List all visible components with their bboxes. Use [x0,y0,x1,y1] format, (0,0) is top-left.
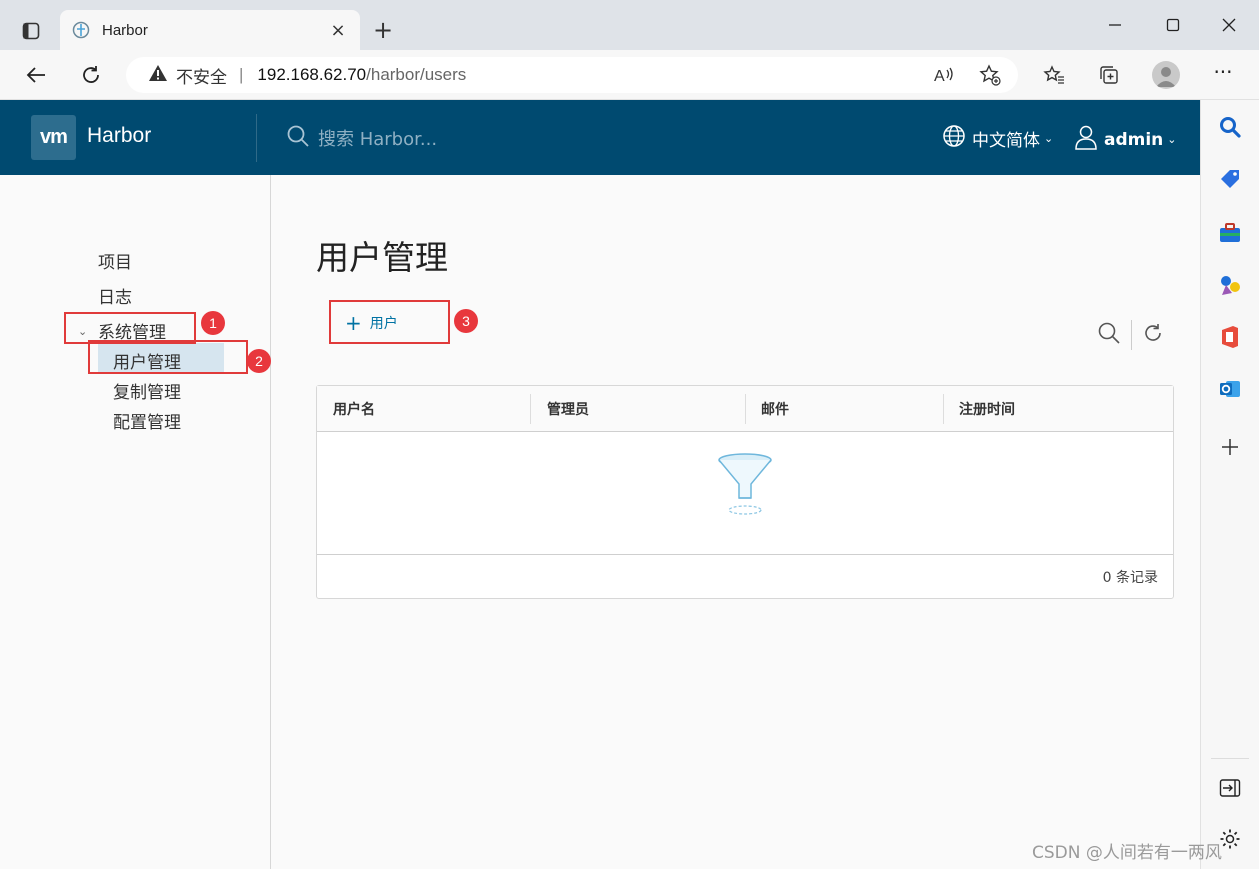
watermark-text: CSDN @人间若有一两风 [1032,843,1222,863]
back-icon[interactable] [20,59,52,91]
vmware-logo[interactable]: vm [31,115,76,160]
sidebar-item-logs[interactable]: 日志 [98,283,132,308]
datagrid-body-empty [317,432,1173,554]
annotation-box-2 [88,340,248,374]
refresh-icon[interactable] [75,59,107,91]
search-icon[interactable] [1097,321,1121,349]
favorites-icon[interactable] [1040,61,1068,89]
column-header-email[interactable]: 邮件 [745,386,789,432]
new-tab-button[interactable]: + [368,16,398,46]
language-label: 中文简体 [972,131,1040,151]
toolbar-divider [1131,320,1132,350]
header-divider [256,114,257,162]
chevron-down-icon: ⌄ [1044,132,1054,145]
close-window-icon[interactable] [1204,10,1254,40]
minimize-icon[interactable] [1090,10,1140,40]
panel-divider [1211,758,1249,759]
browser-tab-strip: Harbor × + [0,0,1259,50]
shopping-tag-icon[interactable] [1217,166,1243,192]
hide-sidebar-icon[interactable] [1217,775,1243,801]
user-icon [1074,124,1098,155]
users-datagrid: 用户名 管理员 邮件 注册时间 0 条记录 [316,385,1174,599]
search-icon[interactable] [1217,114,1243,140]
games-icon[interactable] [1217,272,1243,298]
more-menu-button[interactable]: ··· [1208,61,1238,89]
global-search[interactable]: 搜索 Harbor... [286,124,437,152]
maximize-icon[interactable] [1148,10,1198,40]
read-aloud-icon[interactable]: A [932,63,956,87]
refresh-icon[interactable] [1142,322,1164,348]
search-icon [286,124,310,152]
grid-toolbar [1097,320,1164,350]
user-menu[interactable]: admin ⌄ [1074,124,1177,155]
sidebar-item-projects[interactable]: 项目 [98,248,132,273]
column-header-registration-time[interactable]: 注册时间 [943,386,1015,432]
tab-close-icon[interactable]: × [328,20,348,41]
chevron-down-icon: ⌄ [1167,133,1177,146]
record-count: 0 条记录 [1102,569,1158,586]
address-toolbar: 不安全 | 192.168.62.70 /harbor/users A ··· [0,50,1259,100]
search-placeholder[interactable]: 搜索 Harbor... [318,125,437,151]
edge-side-panel [1200,100,1259,869]
browser-tab[interactable]: Harbor × [60,10,360,50]
url-path: /harbor/users [366,65,467,84]
globe-icon [942,124,966,153]
column-header-username[interactable]: 用户名 [317,386,375,432]
svg-text:A: A [934,68,945,85]
sidebar-item-configuration[interactable]: 配置管理 [113,408,181,433]
column-header-admin[interactable]: 管理员 [531,386,589,432]
add-favorite-icon[interactable] [978,63,1002,87]
add-panel-icon[interactable] [1217,434,1243,460]
empty-filter-icon [715,452,775,522]
tab-title: Harbor [102,21,148,39]
office-icon[interactable] [1217,324,1243,350]
page-title: 用户管理 [316,238,448,277]
sidebar-item-replication[interactable]: 复制管理 [113,378,181,403]
datagrid-footer: 0 条记录 [317,554,1173,598]
annotation-badge-1: 1 [201,311,225,335]
url-separator: | [239,65,244,84]
tools-icon[interactable] [1217,220,1243,246]
tab-actions-icon[interactable] [16,16,46,46]
url-host: 192.168.62.70 [257,65,367,84]
annotation-box-3 [329,300,450,344]
outlook-icon[interactable] [1217,376,1243,402]
harbor-header: vm Harbor 搜索 Harbor... 中文简体 ⌄ admin ⌄ [0,100,1200,175]
harbor-favicon-icon [72,21,90,39]
username-label: admin [1104,129,1164,150]
security-label[interactable]: 不安全 [176,63,227,88]
brand-title[interactable]: Harbor [87,124,151,148]
sidebar: 项目 日志 ⌄ 系统管理 用户管理 复制管理 配置管理 [0,175,271,869]
warning-icon[interactable] [148,64,168,87]
language-selector[interactable]: 中文简体 ⌄ [942,124,1053,153]
annotation-badge-3: 3 [454,309,478,333]
url-bar[interactable]: 不安全 | 192.168.62.70 /harbor/users A [126,57,1018,93]
collections-icon[interactable] [1095,61,1123,89]
main-content: 用户管理 + 用户 用户名 管理员 邮件 注册时间 0 条记录 [271,175,1200,869]
datagrid-header: 用户名 管理员 邮件 注册时间 [317,386,1173,432]
profile-avatar[interactable] [1152,61,1180,89]
annotation-badge-2: 2 [247,349,271,373]
